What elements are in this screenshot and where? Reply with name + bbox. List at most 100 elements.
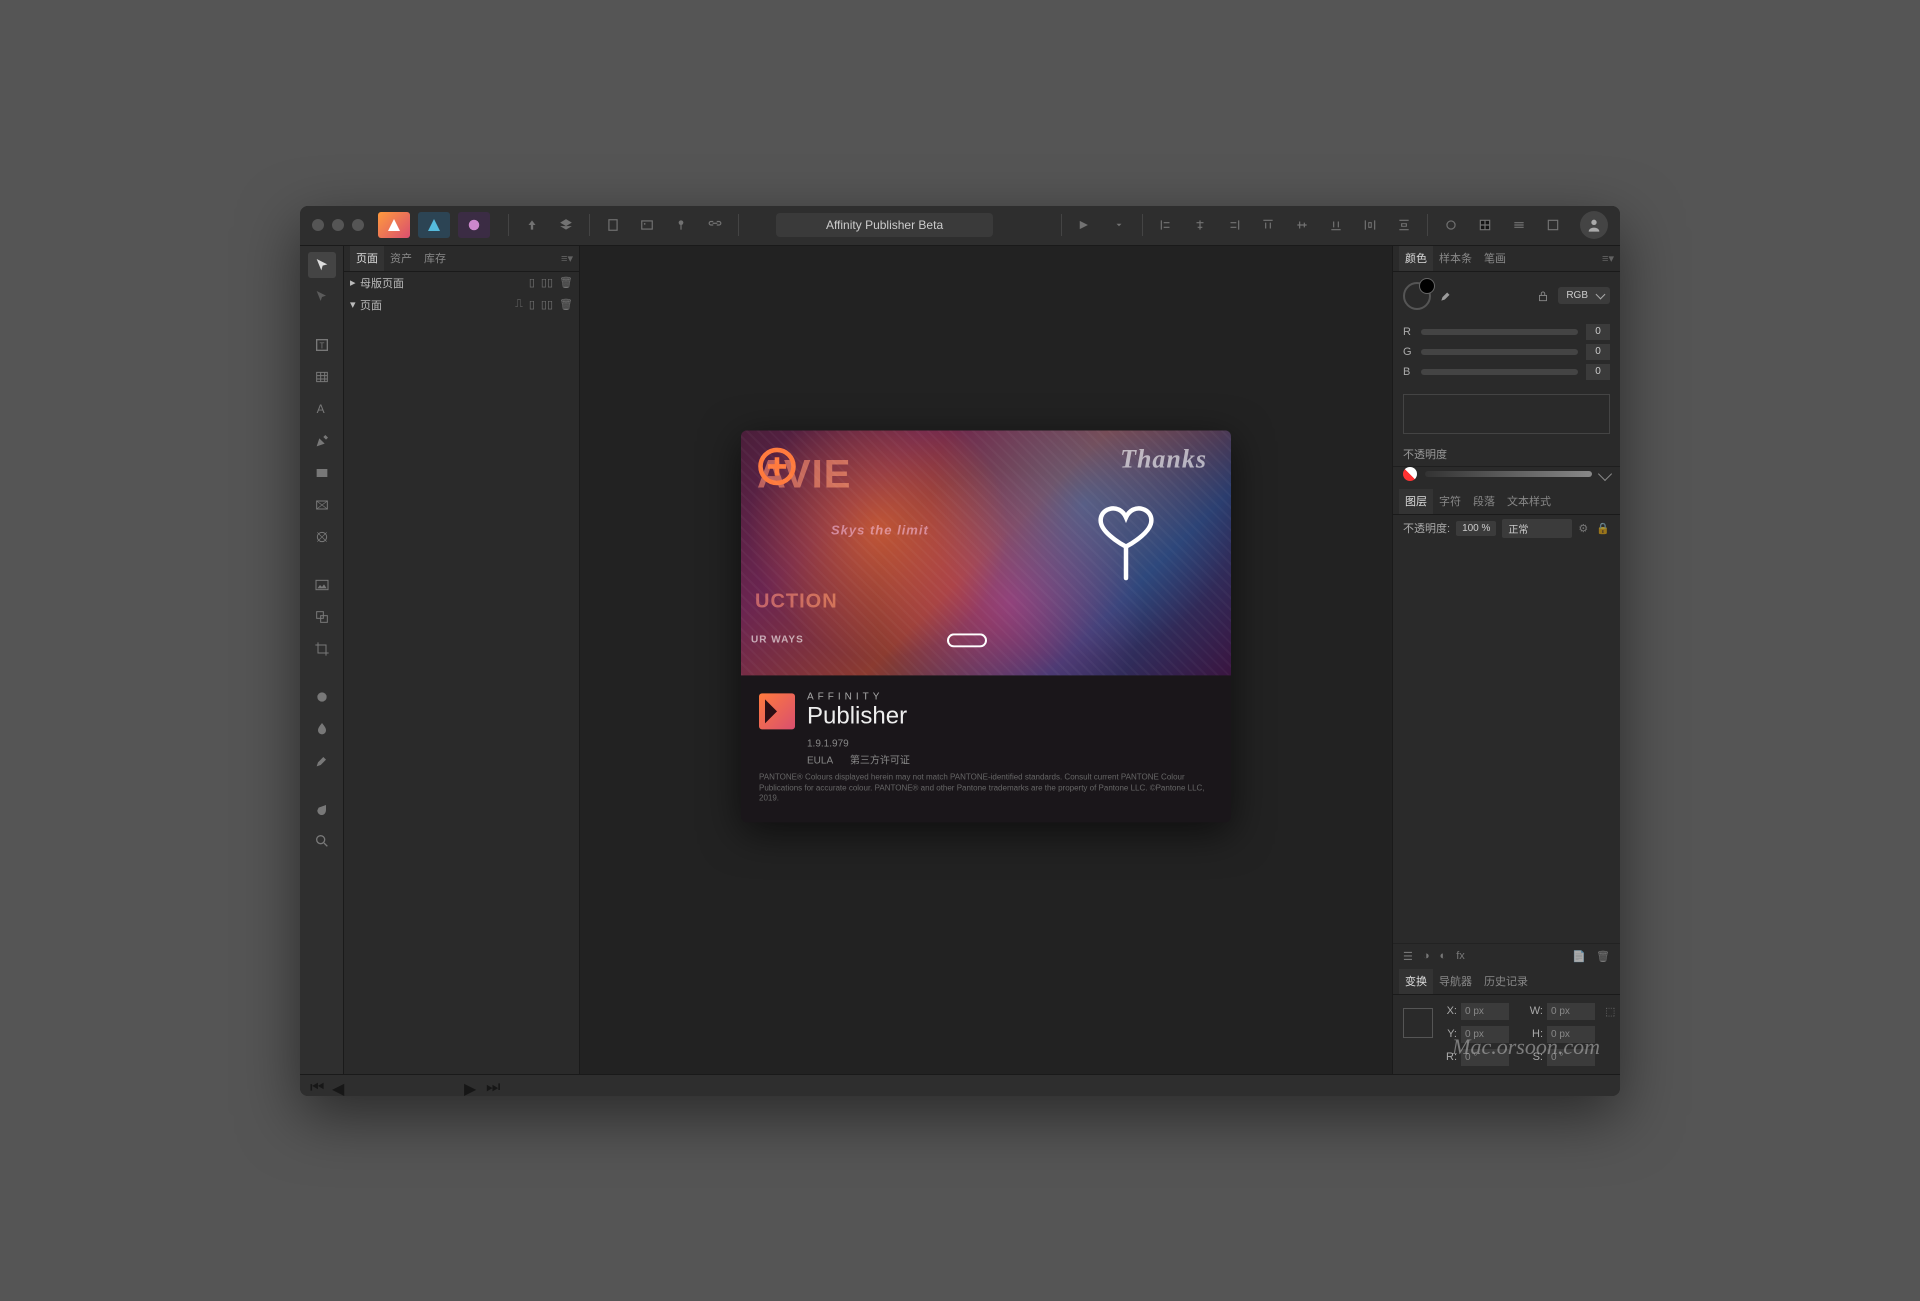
tab-stroke[interactable]: 笔画 xyxy=(1478,246,1512,271)
move-tool[interactable] xyxy=(308,252,336,278)
color-picker-tool[interactable] xyxy=(308,748,336,774)
align-center-h-icon[interactable] xyxy=(1189,214,1211,236)
prev-page-icon[interactable]: ◀ xyxy=(332,1079,344,1091)
tab-pages[interactable]: 页面 xyxy=(350,246,384,271)
layers-filter-icon[interactable]: ☰ xyxy=(1403,950,1413,963)
gear-icon[interactable]: ⚙ xyxy=(1578,522,1588,535)
distribute-h-icon[interactable] xyxy=(1359,214,1381,236)
transparency-tool[interactable] xyxy=(308,716,336,742)
transform-x[interactable] xyxy=(1461,1003,1509,1020)
link-icon[interactable] xyxy=(704,214,726,236)
place-image-tool[interactable] xyxy=(308,572,336,598)
align-left-icon[interactable] xyxy=(1155,214,1177,236)
close-window-icon[interactable] xyxy=(312,219,324,231)
hand-tool[interactable] xyxy=(308,796,336,822)
delete-icon[interactable]: 🗑 xyxy=(559,298,573,311)
preview-icon[interactable] xyxy=(1074,214,1096,236)
crop-tool[interactable] xyxy=(308,636,336,662)
delete-icon[interactable]: 🗑 xyxy=(559,276,573,289)
color-mode-select[interactable]: RGB xyxy=(1558,287,1610,304)
table-tool[interactable] xyxy=(308,364,336,390)
panel-menu-icon[interactable]: ≡▾ xyxy=(1602,252,1614,265)
zoom-tool[interactable] xyxy=(308,828,336,854)
color-well[interactable] xyxy=(1403,282,1431,310)
thumbnail-size-icon[interactable]: ⎍ xyxy=(515,298,523,311)
artistic-text-tool[interactable]: A xyxy=(308,396,336,422)
tab-transform[interactable]: 变换 xyxy=(1399,969,1433,994)
grid-icon[interactable] xyxy=(1474,214,1496,236)
opacity-dropdown-icon[interactable] xyxy=(1598,466,1612,480)
node-tool[interactable] xyxy=(308,284,336,310)
layers-icon[interactable] xyxy=(555,214,577,236)
layers-list[interactable] xyxy=(1393,542,1620,943)
distribute-v-icon[interactable] xyxy=(1393,214,1415,236)
trash-icon[interactable]: 🗑 xyxy=(1596,950,1610,963)
align-top-icon[interactable] xyxy=(1257,214,1279,236)
single-page-icon[interactable]: ▯ xyxy=(529,298,535,311)
snap-icon[interactable] xyxy=(1440,214,1462,236)
lock-icon[interactable] xyxy=(1536,289,1550,303)
link-wh-icon[interactable]: ⬚ xyxy=(1605,1005,1615,1018)
persona-publisher[interactable] xyxy=(378,212,410,238)
last-page-icon[interactable]: ⏭ xyxy=(486,1079,498,1091)
tab-text-styles[interactable]: 文本样式 xyxy=(1501,489,1557,514)
align-right-icon[interactable] xyxy=(1223,214,1245,236)
pin-icon[interactable] xyxy=(670,214,692,236)
baseline-icon[interactable] xyxy=(1508,214,1530,236)
blend-mode-select[interactable]: 正常 xyxy=(1502,519,1572,538)
next-page-icon[interactable]: ▶ xyxy=(464,1079,476,1091)
no-color-icon[interactable] xyxy=(1403,467,1417,481)
adjustment-icon[interactable]: ◐ xyxy=(1440,950,1447,962)
image-icon[interactable] xyxy=(636,214,658,236)
panel-menu-icon[interactable]: ≡▾ xyxy=(561,252,573,265)
canvas[interactable]: AVIE Thanks Skys the limit UCTION UR WAY… xyxy=(580,246,1392,1074)
opacity-slider[interactable] xyxy=(1425,471,1592,477)
eyedropper-icon[interactable] xyxy=(1439,289,1453,303)
tab-color[interactable]: 颜色 xyxy=(1399,246,1433,271)
third-party-link[interactable]: 第三方许可证 xyxy=(850,756,910,767)
vector-crop-tool[interactable] xyxy=(308,604,336,630)
tab-paragraph[interactable]: 段落 xyxy=(1467,489,1501,514)
add-layer-icon[interactable]: 📄 xyxy=(1572,950,1586,963)
tab-assets[interactable]: 资产 xyxy=(384,246,418,271)
fill-tool[interactable] xyxy=(308,684,336,710)
mask-icon[interactable]: ◑ xyxy=(1423,950,1430,962)
transform-w[interactable] xyxy=(1547,1003,1595,1020)
r-value[interactable]: 0 xyxy=(1586,324,1610,340)
single-page-icon[interactable]: ▯ xyxy=(529,276,535,289)
tab-stock[interactable]: 库存 xyxy=(418,246,452,271)
ellipse-tool[interactable] xyxy=(308,524,336,550)
persona-designer[interactable] xyxy=(418,212,450,238)
anchor-selector[interactable] xyxy=(1403,1008,1433,1038)
tab-history[interactable]: 历史记录 xyxy=(1478,969,1534,994)
layer-opacity-value[interactable]: 100 % xyxy=(1456,521,1496,536)
tab-navigator[interactable]: 导航器 xyxy=(1433,969,1478,994)
tab-layers[interactable]: 图层 xyxy=(1399,489,1433,514)
persona-photo[interactable] xyxy=(458,212,490,238)
clip-canvas-icon[interactable] xyxy=(1542,214,1564,236)
zoom-window-icon[interactable] xyxy=(352,219,364,231)
facing-pages-icon[interactable]: ▯▯ xyxy=(541,298,553,311)
page-icon[interactable] xyxy=(602,214,624,236)
eula-link[interactable]: EULA xyxy=(807,756,833,767)
g-value[interactable]: 0 xyxy=(1586,344,1610,360)
align-middle-icon[interactable] xyxy=(1291,214,1313,236)
b-value[interactable]: 0 xyxy=(1586,364,1610,380)
b-slider[interactable] xyxy=(1421,369,1578,375)
minimize-window-icon[interactable] xyxy=(332,219,344,231)
align-bottom-icon[interactable] xyxy=(1325,214,1347,236)
tab-character[interactable]: 字符 xyxy=(1433,489,1467,514)
fx-icon[interactable]: fx xyxy=(1456,950,1465,962)
tab-swatches[interactable]: 样本条 xyxy=(1433,246,1478,271)
pen-tool[interactable] xyxy=(308,428,336,454)
tree-pages[interactable]: ▾页面 ⎍ ▯ ▯▯ 🗑 xyxy=(344,294,579,316)
dropdown-caret-icon[interactable] xyxy=(1108,214,1130,236)
arrow-up-icon[interactable] xyxy=(521,214,543,236)
frame-text-tool[interactable]: T xyxy=(308,332,336,358)
g-slider[interactable] xyxy=(1421,349,1578,355)
facing-pages-icon[interactable]: ▯▯ xyxy=(541,276,553,289)
rectangle-tool[interactable] xyxy=(308,460,336,486)
tree-master-pages[interactable]: ▸母版页面 ▯ ▯▯ 🗑 xyxy=(344,272,579,294)
account-icon[interactable] xyxy=(1580,211,1608,239)
lock-icon[interactable]: 🔒 xyxy=(1596,522,1610,535)
